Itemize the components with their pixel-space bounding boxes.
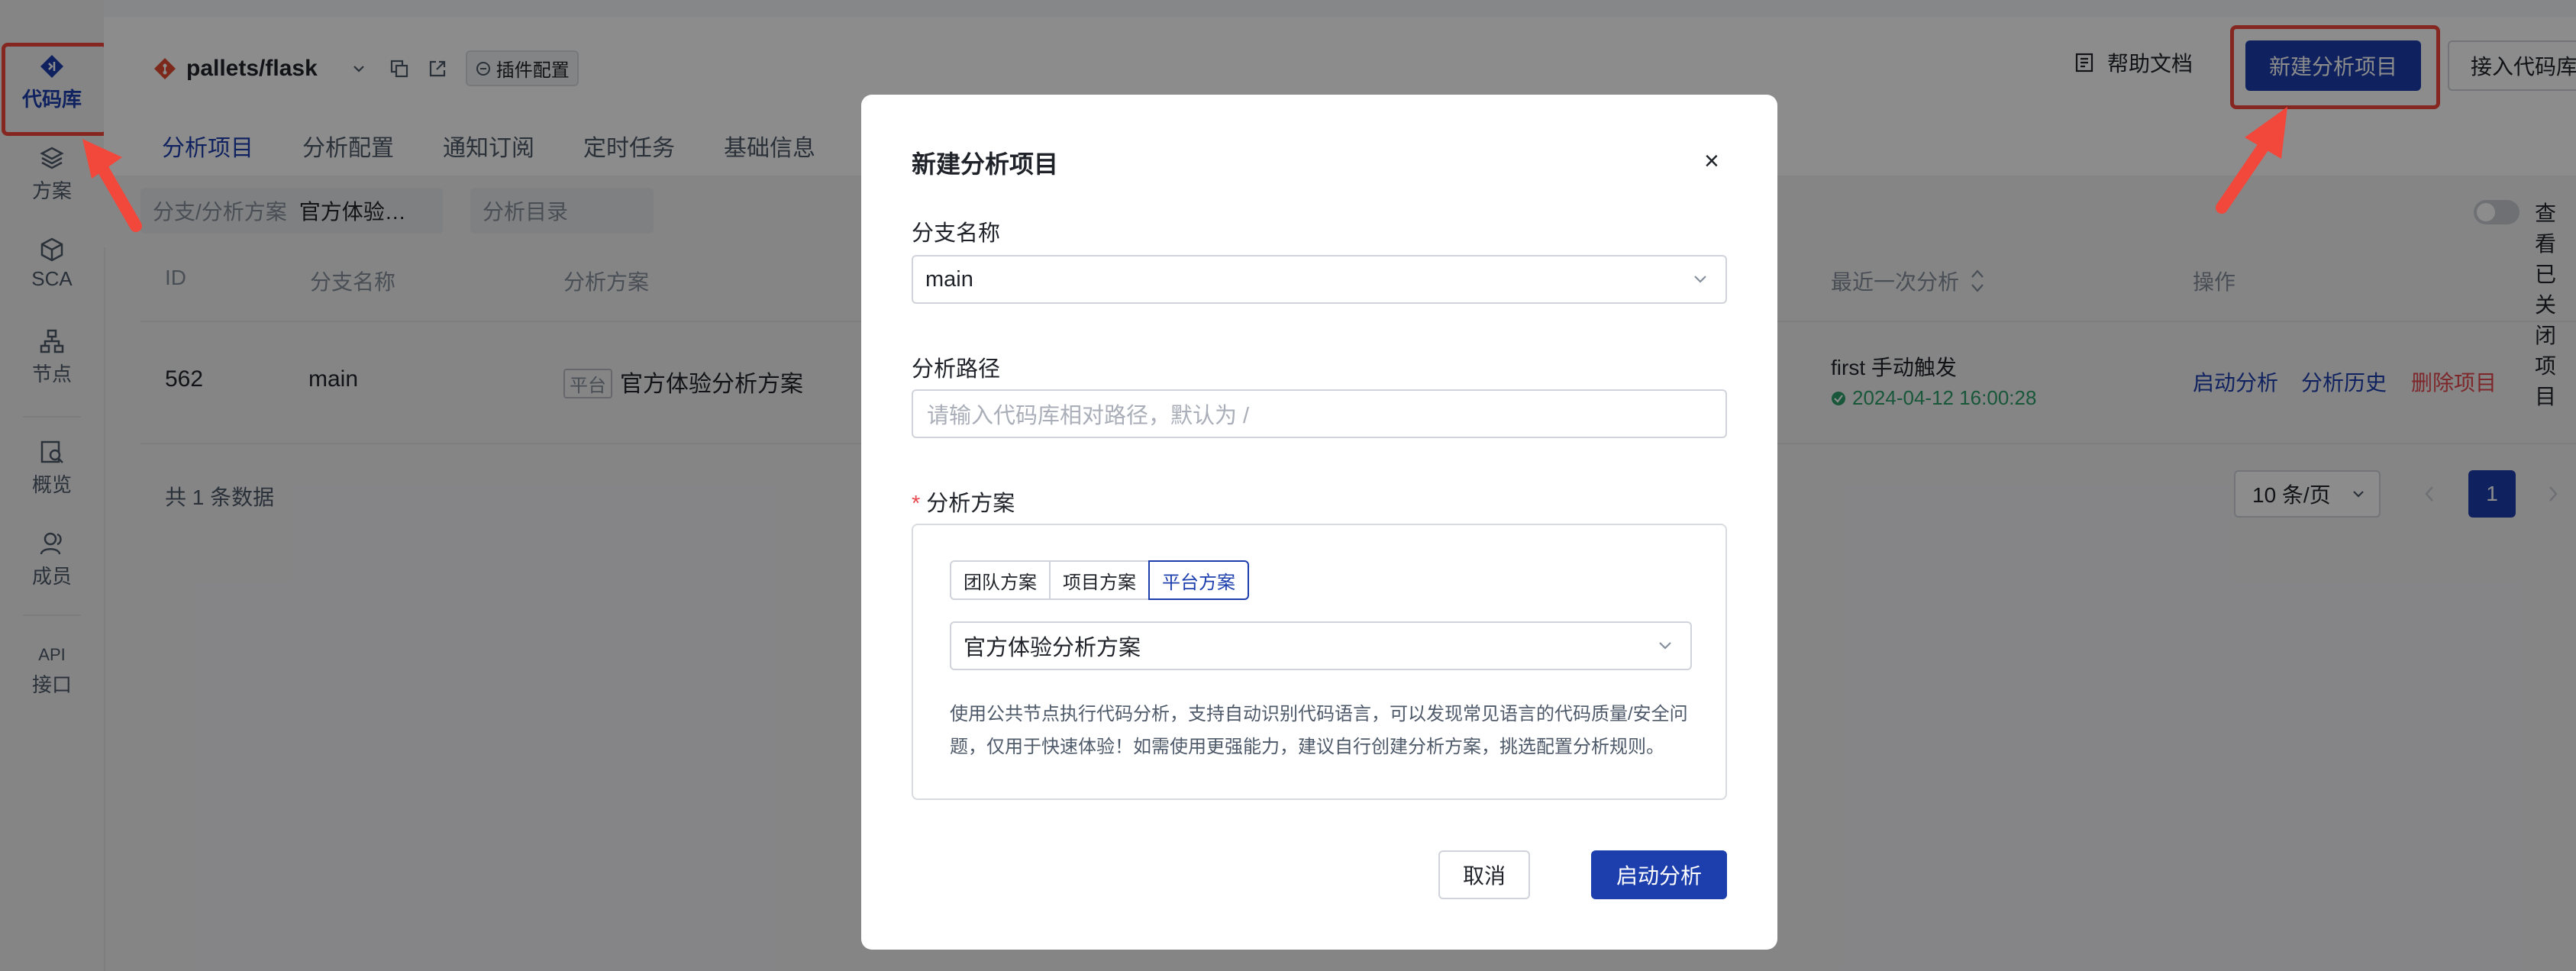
scheme-select-value: 官方体验分析方案 [964,636,1141,660]
chevron-down-icon [1694,276,1706,283]
scheme-select[interactable]: 官方体验分析方案 [950,621,1692,670]
branch-name-select[interactable]: main [912,255,1727,304]
tab-project-scheme[interactable]: 项目方案 [1049,560,1150,600]
analysis-scheme-label: * 分析方案 [912,486,1015,518]
new-analysis-project-dialog: 新建分析项目 × 分支名称 main 分析路径 请输入代码库相对路径，默认为 /… [861,95,1777,950]
annotation-arrow-right [2216,107,2287,214]
scheme-description: 使用公共节点执行代码分析，支持自动识别代码语言，可以发现常见语言的代码质量/安全… [950,704,1688,757]
scheme-type-switch: 团队方案 项目方案 平台方案 [950,560,1249,600]
dialog-title: 新建分析项目 [912,150,1059,178]
chevron-down-icon [1659,642,1671,650]
tab-platform-scheme[interactable]: 平台方案 [1148,560,1249,600]
analysis-scheme-label-text: 分析方案 [926,492,1015,516]
start-analysis-button[interactable]: 启动分析 [1591,850,1727,899]
branch-name-value: main [925,266,973,292]
close-icon[interactable]: × [1704,147,1719,176]
annotation-arrow-left [82,139,142,232]
tab-team-scheme[interactable]: 团队方案 [950,560,1051,600]
scheme-panel: 团队方案 项目方案 平台方案 官方体验分析方案 使用公共节点执行代码分析，支持自… [912,524,1727,800]
required-mark: * [912,492,921,516]
analysis-path-placeholder: 请输入代码库相对路径，默认为 / [927,404,1250,428]
analysis-path-input[interactable]: 请输入代码库相对路径，默认为 / [912,389,1727,438]
cancel-button[interactable]: 取消 [1438,850,1530,899]
branch-name-label: 分支名称 [912,221,1001,246]
analysis-path-label: 分析路径 [912,357,1001,382]
